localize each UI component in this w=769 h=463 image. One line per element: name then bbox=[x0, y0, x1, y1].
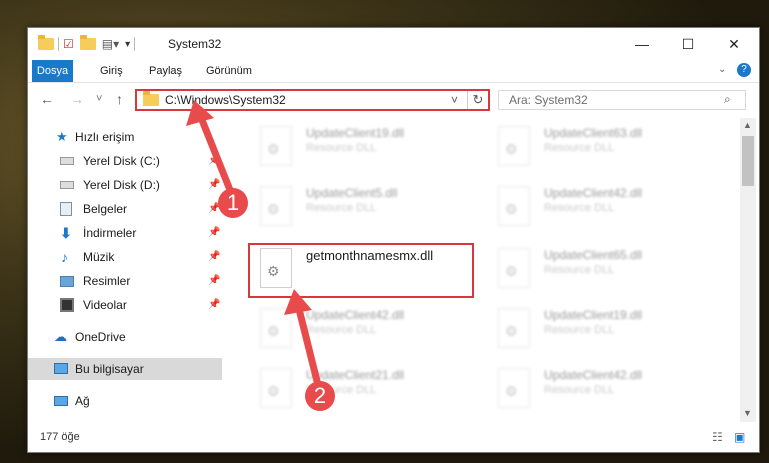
step-badge-2: 2 bbox=[305, 381, 335, 411]
arrow-2-head bbox=[284, 289, 312, 315]
step-badge-1: 1 bbox=[218, 188, 248, 218]
annotation-overlay bbox=[186, 100, 322, 389]
arrow-1 bbox=[196, 111, 236, 199]
arrow-2 bbox=[294, 301, 322, 389]
